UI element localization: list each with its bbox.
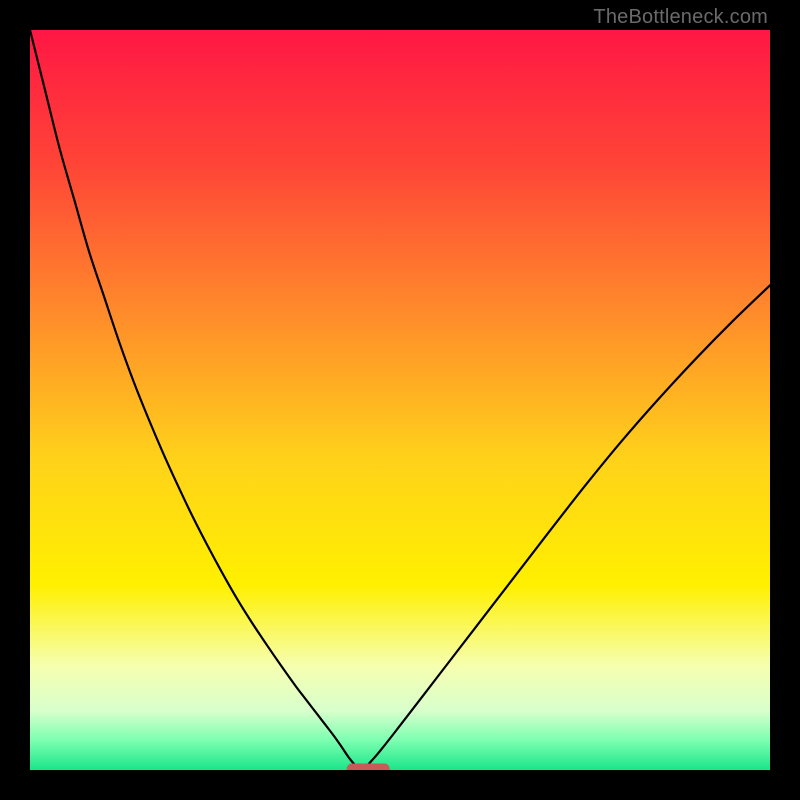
curve-right	[363, 285, 770, 770]
curves-svg	[30, 30, 770, 770]
plot-area	[30, 30, 770, 770]
min-marker	[347, 764, 390, 771]
watermark-text: TheBottleneck.com	[593, 6, 768, 29]
chart-frame: TheBottleneck.com	[0, 0, 800, 800]
curve-left	[30, 30, 363, 770]
